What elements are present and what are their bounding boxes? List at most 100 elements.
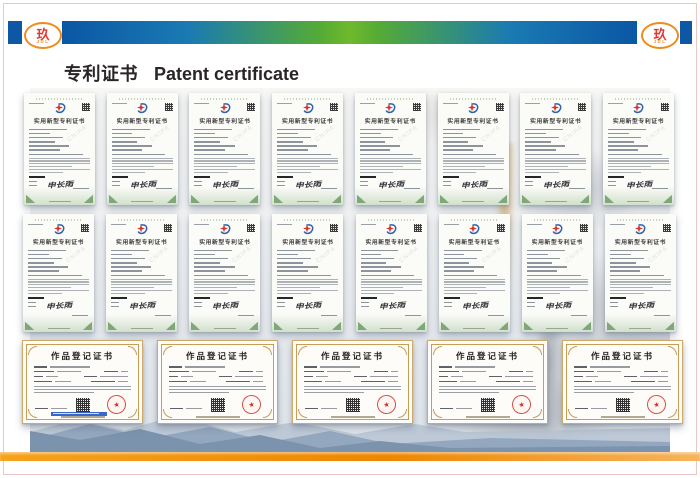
patent-certificate-title: 实用新型专利证书	[608, 116, 669, 125]
redacted-bar	[194, 176, 210, 178]
green-corner-ornament-icon	[167, 194, 176, 203]
patent-certificate-title: 实用新型专利证书	[194, 237, 255, 246]
qr-code	[247, 224, 255, 232]
certificate-footer-line	[48, 328, 70, 329]
gold-corner-flourish-icon	[263, 409, 272, 418]
gold-corner-flourish-icon	[298, 409, 307, 418]
patent-certificate-title: 实用新型专利证书	[277, 116, 338, 125]
redacted-bar	[194, 297, 210, 299]
qr-code	[165, 103, 173, 111]
patent-certificate: 实用新型专利证书 CNIPA 申长雨	[605, 214, 676, 332]
qr-code	[211, 398, 225, 412]
registration-date-line	[440, 408, 475, 410]
cnipa-emblem-icon	[551, 223, 563, 235]
registration-date-line	[575, 408, 610, 410]
registration-statement	[34, 386, 131, 394]
redacted-bar	[443, 176, 459, 178]
redacted-bar	[527, 297, 543, 299]
qr-code	[346, 398, 360, 412]
qr-code	[663, 224, 671, 232]
qr-code	[578, 103, 586, 111]
certificate-footer-line	[462, 201, 484, 202]
certificate-number-line	[525, 103, 540, 104]
header-bar-left-stub	[8, 21, 22, 44]
redacted-bar	[361, 297, 377, 299]
page-title-english: Patent certificate	[154, 64, 299, 84]
registration-fields	[34, 366, 131, 382]
certificate-paragraph	[525, 158, 586, 167]
issue-date-line	[652, 188, 668, 189]
patent-certificate: 实用新型专利证书 CNIPA 申长雨	[23, 214, 94, 332]
certificate-footer-line	[380, 328, 402, 329]
certificate-paragraph	[194, 158, 255, 167]
green-corner-ornament-icon	[332, 194, 341, 203]
registration-fields	[574, 366, 671, 382]
qr-code	[330, 103, 338, 111]
green-corner-ornament-icon	[274, 194, 283, 203]
issue-date-line	[321, 188, 337, 189]
green-corner-ornament-icon	[663, 194, 672, 203]
certificate-footer-line	[61, 416, 105, 417]
presentation-slide: 玖 JDL 玖 JDL 专利证书Patent certificate 实用新型专…	[0, 0, 700, 478]
green-corner-ornament-icon	[605, 194, 614, 203]
gold-border-frame: 作品登记证书 ★	[296, 344, 409, 420]
patent-certificate-title: 实用新型专利证书	[360, 116, 421, 125]
gold-border-frame: 作品登记证书 ★	[161, 344, 274, 420]
company-logo: 玖 JDL	[641, 22, 679, 49]
green-corner-ornament-icon	[416, 321, 425, 330]
gold-corner-flourish-icon	[668, 346, 677, 355]
commissioner-signature: 申长雨	[47, 179, 74, 191]
green-corner-ornament-icon	[522, 194, 531, 203]
gold-corner-flourish-icon	[298, 346, 307, 355]
commissioner-signature: 申长雨	[628, 300, 655, 312]
qr-code	[247, 103, 255, 111]
cnipa-emblem-icon	[302, 223, 314, 235]
qr-code	[330, 224, 338, 232]
cnipa-emblem-icon	[468, 223, 480, 235]
patent-certificate: 实用新型专利证书 CNIPA 申长雨	[107, 93, 178, 205]
certificate-paragraph-2	[28, 290, 89, 294]
qr-code	[164, 224, 172, 232]
certificate-paragraph-2	[360, 169, 421, 173]
patent-certificate-title: 实用新型专利证书	[112, 116, 173, 125]
green-scroll-border	[616, 219, 665, 221]
green-scroll-border	[200, 219, 249, 221]
gold-border-frame: 作品登记证书 ★	[431, 344, 544, 420]
copyright-certificate-title: 作品登记证书	[304, 350, 401, 362]
green-corner-ornament-icon	[25, 321, 34, 330]
green-scroll-border	[117, 219, 166, 221]
cnipa-emblem-icon	[54, 102, 66, 114]
copyright-certificates-row: 作品登记证书 ★ 作品登记证书	[22, 340, 683, 424]
cnipa-emblem-icon	[467, 102, 479, 114]
registration-statement	[439, 386, 536, 394]
certificate-number-line	[277, 224, 292, 225]
certificate-footer-line	[629, 328, 651, 329]
copyright-certificate-title: 作品登记证书	[439, 350, 536, 362]
certificate-paragraph-2	[29, 169, 90, 173]
commissioner-signature: 申长雨	[377, 179, 404, 191]
qr-code	[76, 398, 90, 412]
certificate-number-line	[608, 103, 623, 104]
cnipa-emblem-icon	[219, 102, 231, 114]
green-corner-ornament-icon	[108, 321, 117, 330]
qr-code	[481, 398, 495, 412]
certificate-paragraph-2	[525, 169, 586, 173]
green-scroll-border	[367, 219, 416, 221]
gold-corner-flourish-icon	[28, 409, 37, 418]
redacted-bar	[444, 297, 460, 299]
certificate-number-line	[360, 103, 375, 104]
commissioner-signature: 申长雨	[212, 179, 239, 191]
certificate-paragraph-2	[194, 290, 255, 294]
certificate-number-line	[194, 103, 209, 104]
gold-border-frame: 作品登记证书 ★	[26, 344, 139, 420]
green-scroll-border	[450, 219, 499, 221]
gold-corner-flourish-icon	[128, 409, 137, 418]
green-corner-ornament-icon	[498, 194, 507, 203]
red-seal-icon: ★	[240, 393, 263, 416]
certificate-footer-line	[546, 328, 568, 329]
certificate-footer-line	[131, 201, 153, 202]
gold-corner-flourish-icon	[128, 346, 137, 355]
qr-code	[413, 103, 421, 111]
green-scroll-border	[533, 219, 582, 221]
patent-certificate: 实用新型专利证书 CNIPA 申长雨	[189, 214, 260, 332]
